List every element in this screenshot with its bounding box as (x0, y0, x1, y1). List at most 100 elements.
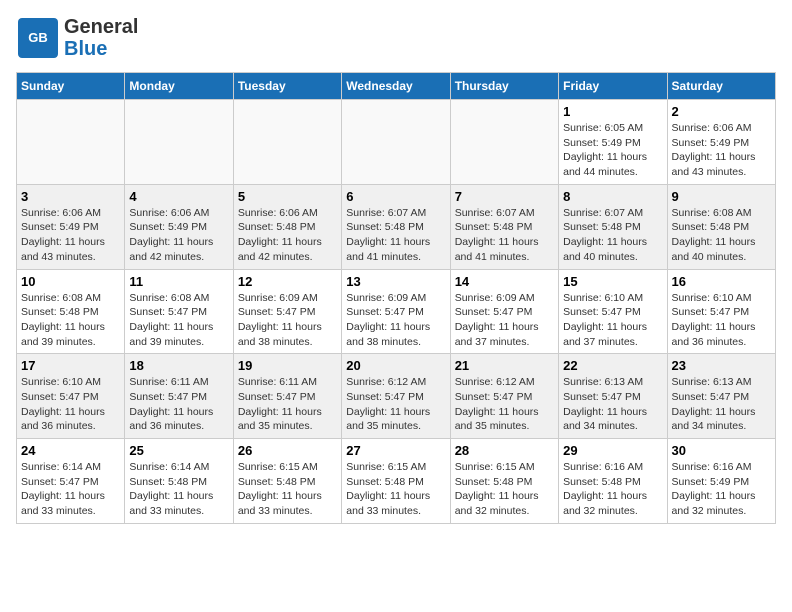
day-number: 2 (672, 104, 771, 119)
calendar-day-27: 27 Sunrise: 6:15 AM Sunset: 5:48 PM Dayli… (342, 439, 450, 524)
day-number: 9 (672, 189, 771, 204)
calendar-day-28: 28Sunrise: 6:15 AM Sunset: 5:48 PM Dayli… (450, 439, 558, 524)
calendar-empty (17, 100, 125, 185)
day-number: 12 (238, 274, 337, 289)
header-saturday: Saturday (667, 73, 775, 100)
calendar-day-21: 21 Sunrise: 6:12 AM Sunset: 5:47 PM Dayli… (450, 354, 558, 439)
calendar-day-29: 29Sunrise: 6:16 AM Sunset: 5:48 PM Dayli… (559, 439, 667, 524)
day-info: Sunrise: 6:08 AM Sunset: 5:48 PM Dayligh… (21, 291, 120, 350)
header-tuesday: Tuesday (233, 73, 341, 100)
calendar-day-4: 4 Sunrise: 6:06 AM Sunset: 5:49 PM Daylig… (125, 184, 233, 269)
calendar-day-14: 14 Sunrise: 6:09 AM Sunset: 5:47 PM Dayli… (450, 269, 558, 354)
calendar-week-row: 17Sunrise: 6:10 AM Sunset: 5:47 PM Dayli… (17, 354, 776, 439)
day-number: 14 (455, 274, 554, 289)
calendar-week-row: 10 Sunrise: 6:08 AM Sunset: 5:48 PM Dayli… (17, 269, 776, 354)
day-info: Sunrise: 6:09 AM Sunset: 5:47 PM Dayligh… (238, 291, 337, 350)
logo-icon: GB (16, 16, 60, 60)
calendar-day-10: 10 Sunrise: 6:08 AM Sunset: 5:48 PM Dayli… (17, 269, 125, 354)
day-info: Sunrise: 6:13 AM Sunset: 5:47 PM Dayligh… (672, 375, 771, 434)
day-info: Sunrise: 6:10 AM Sunset: 5:47 PM Dayligh… (672, 291, 771, 350)
day-number: 27 (346, 443, 445, 458)
calendar-day-9: 9 Sunrise: 6:08 AM Sunset: 5:48 PM Daylig… (667, 184, 775, 269)
calendar-day-12: 12 Sunrise: 6:09 AM Sunset: 5:47 PM Dayli… (233, 269, 341, 354)
day-info: Sunrise: 6:07 AM Sunset: 5:48 PM Dayligh… (346, 206, 445, 265)
calendar-week-row: 24 Sunrise: 6:14 AM Sunset: 5:47 PM Dayli… (17, 439, 776, 524)
day-info: Sunrise: 6:14 AM Sunset: 5:47 PM Dayligh… (21, 460, 120, 519)
day-number: 19 (238, 358, 337, 373)
day-info: Sunrise: 6:14 AM Sunset: 5:48 PM Dayligh… (129, 460, 228, 519)
day-info: Sunrise: 6:12 AM Sunset: 5:47 PM Dayligh… (346, 375, 445, 434)
day-info: Sunrise: 6:09 AM Sunset: 5:47 PM Dayligh… (346, 291, 445, 350)
day-info: Sunrise: 6:11 AM Sunset: 5:47 PM Dayligh… (129, 375, 228, 434)
day-number: 7 (455, 189, 554, 204)
day-number: 23 (672, 358, 771, 373)
day-info: Sunrise: 6:15 AM Sunset: 5:48 PM Dayligh… (238, 460, 337, 519)
calendar-day-19: 19 Sunrise: 6:11 AM Sunset: 5:47 PM Dayli… (233, 354, 341, 439)
header-wednesday: Wednesday (342, 73, 450, 100)
day-info: Sunrise: 6:08 AM Sunset: 5:48 PM Dayligh… (672, 206, 771, 265)
day-number: 26 (238, 443, 337, 458)
calendar-week-row: 1 Sunrise: 6:05 AM Sunset: 5:49 PM Daylig… (17, 100, 776, 185)
day-number: 6 (346, 189, 445, 204)
calendar-day-20: 20 Sunrise: 6:12 AM Sunset: 5:47 PM Dayli… (342, 354, 450, 439)
day-number: 22 (563, 358, 662, 373)
calendar-day-15: 15 Sunrise: 6:10 AM Sunset: 5:47 PM Dayli… (559, 269, 667, 354)
calendar-day-3: 3 Sunrise: 6:06 AM Sunset: 5:49 PM Daylig… (17, 184, 125, 269)
calendar-day-11: 11Sunrise: 6:08 AM Sunset: 5:47 PM Dayli… (125, 269, 233, 354)
svg-text:GB: GB (28, 30, 48, 45)
day-info: Sunrise: 6:11 AM Sunset: 5:47 PM Dayligh… (238, 375, 337, 434)
day-info: Sunrise: 6:06 AM Sunset: 5:49 PM Dayligh… (129, 206, 228, 265)
calendar-day-18: 18 Sunrise: 6:11 AM Sunset: 5:47 PM Dayli… (125, 354, 233, 439)
calendar-empty (233, 100, 341, 185)
day-number: 10 (21, 274, 120, 289)
day-number: 20 (346, 358, 445, 373)
day-info: Sunrise: 6:07 AM Sunset: 5:48 PM Dayligh… (455, 206, 554, 265)
day-info: Sunrise: 6:16 AM Sunset: 5:48 PM Dayligh… (563, 460, 662, 519)
calendar-empty (450, 100, 558, 185)
day-number: 24 (21, 443, 120, 458)
day-info: Sunrise: 6:16 AM Sunset: 5:49 PM Dayligh… (672, 460, 771, 519)
day-info: Sunrise: 6:12 AM Sunset: 5:47 PM Dayligh… (455, 375, 554, 434)
calendar-day-13: 13 Sunrise: 6:09 AM Sunset: 5:47 PM Dayli… (342, 269, 450, 354)
header-sunday: Sunday (17, 73, 125, 100)
calendar-day-22: 22Sunrise: 6:13 AM Sunset: 5:47 PM Dayli… (559, 354, 667, 439)
day-number: 13 (346, 274, 445, 289)
calendar-day-26: 26 Sunrise: 6:15 AM Sunset: 5:48 PM Dayli… (233, 439, 341, 524)
day-number: 15 (563, 274, 662, 289)
calendar-day-17: 17Sunrise: 6:10 AM Sunset: 5:47 PM Dayli… (17, 354, 125, 439)
calendar-table: SundayMondayTuesdayWednesdayThursdayFrid… (16, 72, 776, 524)
day-number: 4 (129, 189, 228, 204)
logo-line2: Blue (64, 38, 138, 60)
day-info: Sunrise: 6:15 AM Sunset: 5:48 PM Dayligh… (346, 460, 445, 519)
day-number: 21 (455, 358, 554, 373)
day-info: Sunrise: 6:05 AM Sunset: 5:49 PM Dayligh… (563, 121, 662, 180)
calendar-day-24: 24 Sunrise: 6:14 AM Sunset: 5:47 PM Dayli… (17, 439, 125, 524)
calendar-day-1: 1 Sunrise: 6:05 AM Sunset: 5:49 PM Daylig… (559, 100, 667, 185)
day-number: 5 (238, 189, 337, 204)
day-info: Sunrise: 6:06 AM Sunset: 5:49 PM Dayligh… (21, 206, 120, 265)
calendar-day-30: 30 Sunrise: 6:16 AM Sunset: 5:49 PM Dayli… (667, 439, 775, 524)
day-number: 30 (672, 443, 771, 458)
calendar-day-7: 7 Sunrise: 6:07 AM Sunset: 5:48 PM Daylig… (450, 184, 558, 269)
day-number: 3 (21, 189, 120, 204)
header: GB General Blue (16, 16, 776, 60)
day-number: 18 (129, 358, 228, 373)
calendar-day-23: 23 Sunrise: 6:13 AM Sunset: 5:47 PM Dayli… (667, 354, 775, 439)
day-number: 16 (672, 274, 771, 289)
calendar-day-25: 25 Sunrise: 6:14 AM Sunset: 5:48 PM Dayli… (125, 439, 233, 524)
calendar-week-row: 3 Sunrise: 6:06 AM Sunset: 5:49 PM Daylig… (17, 184, 776, 269)
day-number: 25 (129, 443, 228, 458)
logo: GB General Blue (16, 16, 138, 60)
day-number: 1 (563, 104, 662, 119)
day-info: Sunrise: 6:07 AM Sunset: 5:48 PM Dayligh… (563, 206, 662, 265)
header-friday: Friday (559, 73, 667, 100)
day-number: 28 (455, 443, 554, 458)
day-number: 11 (129, 274, 228, 289)
day-info: Sunrise: 6:09 AM Sunset: 5:47 PM Dayligh… (455, 291, 554, 350)
header-monday: Monday (125, 73, 233, 100)
header-thursday: Thursday (450, 73, 558, 100)
calendar-day-6: 6 Sunrise: 6:07 AM Sunset: 5:48 PM Daylig… (342, 184, 450, 269)
calendar-day-5: 5Sunrise: 6:06 AM Sunset: 5:48 PM Daylig… (233, 184, 341, 269)
day-info: Sunrise: 6:10 AM Sunset: 5:47 PM Dayligh… (563, 291, 662, 350)
day-number: 8 (563, 189, 662, 204)
